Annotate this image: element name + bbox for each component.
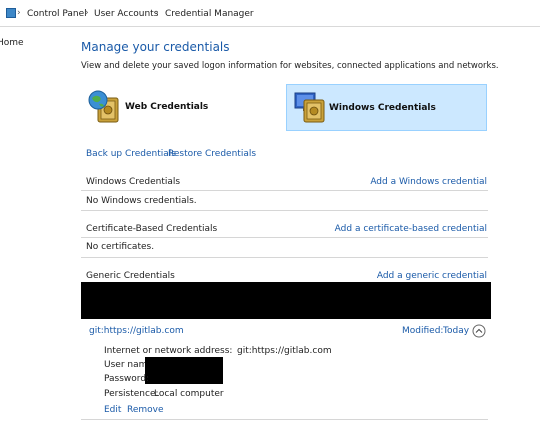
chevron-up-circle-icon[interactable] [472, 324, 486, 338]
control-panel-icon [6, 8, 16, 18]
breadcrumb-credential-manager[interactable]: Credential Manager [165, 9, 254, 19]
modified-value: Today [443, 326, 470, 336]
windows-credentials-section-title: Windows Credentials [86, 177, 181, 187]
no-certificates-text: No certificates. [86, 242, 155, 252]
backup-credentials-link[interactable]: Back up Credentials [86, 149, 176, 159]
divider [81, 210, 488, 211]
redacted-username-password [145, 357, 223, 384]
persistence-label: Persistence: [104, 389, 159, 399]
web-credentials-card[interactable]: Web Credentials [84, 84, 280, 131]
add-generic-credential-link[interactable]: Add a generic credential [377, 271, 487, 281]
windows-credentials-label: Windows Credentials [329, 103, 436, 113]
address-bar: › Control Panel › User Accounts › Creden… [0, 0, 540, 27]
divider [81, 257, 488, 258]
redacted-block [81, 282, 491, 319]
address-label: Internet or network address: [104, 346, 233, 356]
remove-link[interactable]: Remove [127, 405, 164, 415]
generic-credentials-section-title: Generic Credentials [86, 271, 175, 281]
no-windows-credentials-text: No Windows credentials. [86, 196, 197, 206]
address-value: git:https://gitlab.com [237, 346, 332, 356]
chevron-right-icon: › [85, 8, 89, 18]
chevron-right-icon: › [17, 8, 21, 18]
persistence-value: Local computer [154, 389, 224, 399]
page-title: Manage your credentials [81, 40, 230, 54]
monitor-vault-icon [294, 92, 325, 123]
restore-credentials-link[interactable]: Restore Credentials [168, 149, 256, 159]
page-description: View and delete your saved logon informa… [81, 61, 499, 71]
divider [81, 190, 488, 191]
web-credentials-label: Web Credentials [125, 102, 209, 112]
modified-label: Modified: [402, 326, 444, 336]
breadcrumb-control-panel[interactable]: Control Panel [27, 9, 87, 19]
chevron-right-icon: › [155, 8, 159, 18]
sidebar-home-link[interactable]: Home [0, 38, 24, 48]
credential-name[interactable]: git:https://gitlab.com [89, 326, 184, 336]
add-certificate-credential-link[interactable]: Add a certificate-based credential [335, 224, 487, 234]
add-windows-credential-link[interactable]: Add a Windows credential [370, 177, 487, 187]
divider [81, 419, 488, 420]
windows-credentials-card[interactable]: Windows Credentials [286, 84, 487, 131]
edit-link[interactable]: Edit [104, 405, 121, 415]
breadcrumb-user-accounts[interactable]: User Accounts [94, 9, 158, 19]
password-label: Password: [104, 374, 150, 384]
divider [81, 237, 488, 238]
certificate-credentials-section-title: Certificate-Based Credentials [86, 224, 218, 234]
globe-vault-icon [88, 90, 119, 123]
